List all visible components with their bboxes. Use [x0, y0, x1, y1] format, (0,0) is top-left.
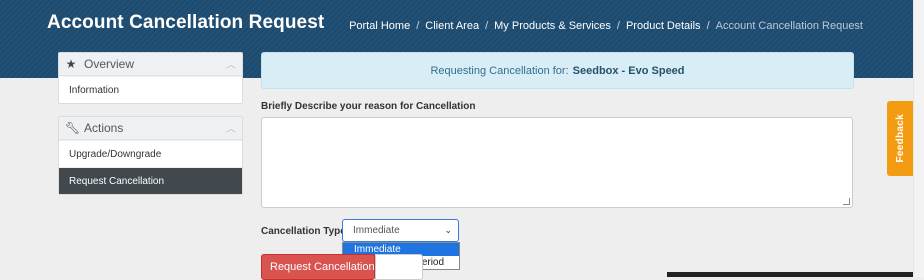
- breadcrumb-separator: /: [616, 20, 620, 32]
- breadcrumb-product-details[interactable]: Product Details: [626, 20, 701, 32]
- breadcrumb-client-area[interactable]: Client Area: [425, 20, 479, 32]
- breadcrumb-separator: /: [706, 20, 710, 32]
- sidebar-actions-header[interactable]: 🔧︎ Actions ︿: [59, 117, 242, 140]
- sidebar-item-information[interactable]: Information: [59, 76, 242, 103]
- sidebar-overview-header[interactable]: ★ Overview ︿: [59, 53, 242, 76]
- chevron-up-icon[interactable]: ︿: [226, 120, 236, 135]
- cancel-button[interactable]: [375, 254, 423, 280]
- reason-label: Briefly Describe your reason for Cancell…: [261, 101, 476, 112]
- bottom-bar: [667, 272, 913, 277]
- sidebar-actions-panel: 🔧︎ Actions ︿ Upgrade/Downgrade Request C…: [58, 116, 243, 195]
- wrench-icon: 🔧︎: [65, 121, 81, 135]
- reason-textarea[interactable]: [261, 117, 853, 208]
- resize-handle-icon[interactable]: [843, 198, 850, 205]
- star-icon: ★: [65, 57, 77, 71]
- sidebar-item-label: Request Cancellation: [69, 175, 165, 187]
- cancellation-type-label: Cancellation Type: [261, 226, 346, 237]
- breadcrumb-current: Account Cancellation Request: [715, 20, 863, 32]
- cancellation-type-select[interactable]: Immediate ⌄: [342, 219, 459, 242]
- sidebar-item-label: Upgrade/Downgrade: [69, 148, 162, 160]
- breadcrumb: Portal Home / Client Area / My Products …: [349, 20, 863, 32]
- notice-product-name: Seedbox - Evo Speed: [572, 64, 685, 77]
- breadcrumb-products-services[interactable]: My Products & Services: [494, 20, 611, 32]
- scrollbar[interactable]: [913, 0, 924, 277]
- breadcrumb-separator: /: [416, 20, 420, 32]
- feedback-tab[interactable]: Feedback: [887, 101, 913, 176]
- notice-prefix: Requesting Cancellation for:: [430, 64, 569, 77]
- feedback-label: Feedback: [894, 114, 906, 163]
- page-title: Account Cancellation Request: [47, 12, 325, 33]
- sidebar-overview-title: Overview: [84, 57, 135, 71]
- breadcrumb-portal-home[interactable]: Portal Home: [349, 20, 410, 32]
- cancellation-notice: Requesting Cancellation for: Seedbox - E…: [261, 52, 854, 89]
- chevron-down-icon: ⌄: [444, 225, 452, 235]
- breadcrumb-separator: /: [485, 20, 489, 32]
- sidebar-item-label: Information: [69, 84, 120, 96]
- request-cancellation-button[interactable]: Request Cancellation: [261, 254, 375, 280]
- chevron-up-icon[interactable]: ︿: [226, 56, 236, 71]
- sidebar-overview-panel: ★ Overview ︿ Information: [58, 52, 243, 104]
- sidebar-item-request-cancellation[interactable]: Request Cancellation: [59, 167, 242, 194]
- sidebar-actions-title: Actions: [84, 121, 124, 135]
- sidebar-item-upgrade-downgrade[interactable]: Upgrade/Downgrade: [59, 140, 242, 167]
- select-value: Immediate: [353, 225, 400, 236]
- button-label: Request Cancellation: [270, 261, 375, 273]
